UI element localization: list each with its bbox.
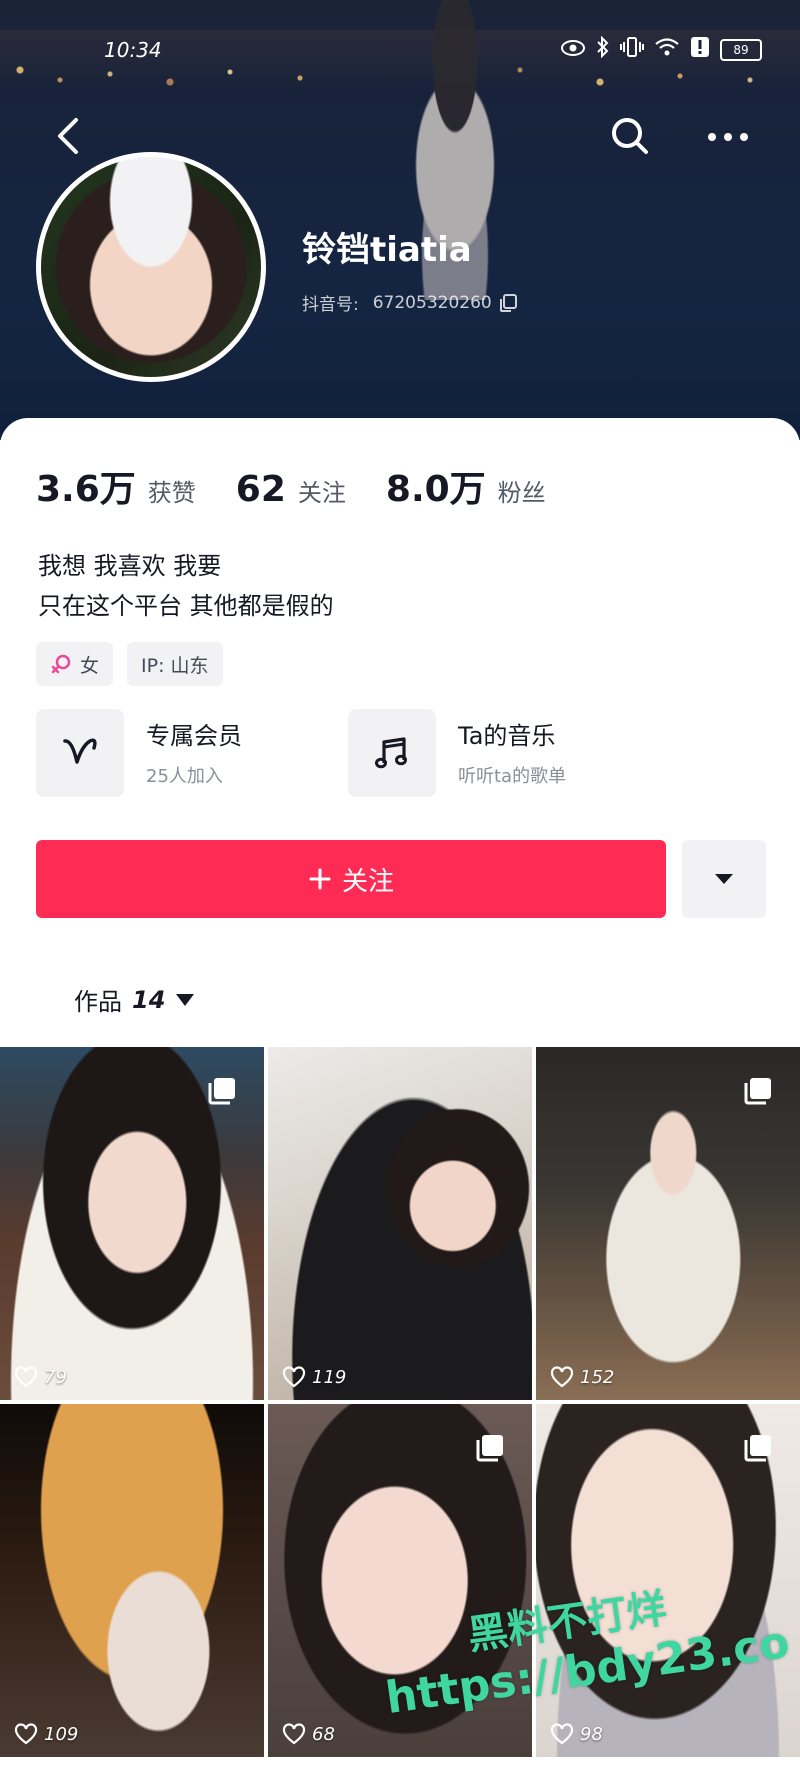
bluetooth-icon (596, 35, 610, 63)
profile-header: 10:34 89 铃铛tiatia 抖音号: 67205320260 (0, 0, 800, 440)
heart-outline-icon (550, 1723, 574, 1745)
like-count-value: 98 (580, 1723, 603, 1745)
work-tile[interactable]: 109 (0, 1404, 264, 1757)
heart-outline-icon (14, 1366, 38, 1388)
stat-followers-label: 粉丝 (497, 479, 546, 507)
bio: 我想 我喜欢 我要 只在这个平台 其他都是假的 (38, 546, 334, 626)
eye-icon (560, 38, 586, 62)
back-button[interactable] (50, 112, 90, 160)
ip-label: IP: 山东 (141, 654, 209, 677)
like-count: 109 (14, 1723, 78, 1745)
v-logo-icon (63, 738, 97, 764)
follow-button[interactable]: 关注 (36, 840, 666, 918)
feature-entries: 专属会员 25人加入 Ta的音乐 听听ta的歌单 (36, 708, 766, 798)
member-title: 专属会员 (146, 722, 242, 750)
like-count-value: 79 (44, 1366, 67, 1388)
battery-icon: 89 (720, 38, 762, 61)
work-tile[interactable]: 119 (268, 1047, 532, 1400)
triangle-down-icon (176, 993, 195, 1006)
member-subtitle: 25人加入 (146, 766, 223, 787)
vibrate-icon (620, 36, 644, 63)
tab-works[interactable]: 作品 14 (74, 982, 195, 1017)
like-count: 68 (282, 1723, 335, 1745)
plus-icon (309, 868, 331, 890)
douyin-id-row[interactable]: 抖音号: 67205320260 (302, 290, 518, 315)
status-icons: 89 (560, 35, 762, 63)
member-icon-box (36, 709, 124, 797)
music-note-icon (375, 737, 407, 769)
work-tile[interactable]: 79 (0, 1047, 264, 1400)
multi-image-icon (208, 1078, 235, 1105)
ip-tag: IP: 山东 (127, 642, 223, 686)
stat-likes[interactable]: 3.6万 获赞 (36, 460, 196, 512)
avatar[interactable] (36, 152, 266, 382)
stat-followers[interactable]: 8.0万 粉丝 (386, 460, 546, 512)
alert-icon (690, 36, 710, 63)
stat-likes-label: 获赞 (147, 479, 196, 507)
wifi-icon (654, 37, 680, 62)
ta-music-entry[interactable]: Ta的音乐 听听ta的歌单 (348, 708, 748, 798)
heart-outline-icon (282, 1723, 306, 1745)
stat-likes-value: 3.6万 (36, 469, 136, 510)
gender-tag: 女 (36, 642, 114, 686)
stat-followers-value: 8.0万 (385, 469, 486, 510)
like-count-value: 152 (580, 1366, 615, 1388)
like-count: 98 (550, 1723, 603, 1745)
copy-icon[interactable] (498, 293, 518, 313)
status-bar: 10:34 89 (0, 30, 800, 70)
multi-image-icon (744, 1078, 771, 1105)
heart-outline-icon (282, 1366, 306, 1388)
triangle-down-icon (715, 874, 733, 884)
more-button[interactable] (700, 112, 756, 160)
heart-outline-icon (550, 1366, 574, 1388)
works-label: 作品 (74, 988, 122, 1016)
multi-image-icon (476, 1435, 503, 1462)
bio-line-1: 我想 我喜欢 我要 (38, 552, 222, 580)
like-count-value: 68 (312, 1723, 335, 1745)
search-icon (612, 118, 648, 154)
douyin-id-value: 67205320260 (372, 292, 492, 313)
recommend-dropdown-button[interactable] (682, 840, 766, 918)
more-dots-icon (708, 133, 748, 141)
music-subtitle: 听听ta的歌单 (458, 766, 567, 787)
battery-level: 89 (733, 42, 749, 57)
douyin-id-label: 抖音号: (302, 295, 359, 315)
music-text: Ta的音乐 听听ta的歌单 (458, 718, 566, 788)
stat-following-label: 关注 (297, 479, 346, 507)
female-icon (51, 654, 71, 674)
like-count: 79 (14, 1366, 67, 1388)
profile-tags: 女 IP: 山东 (36, 642, 223, 686)
music-icon-box (348, 709, 436, 797)
status-time: 10:34 (104, 38, 162, 62)
follow-label: 关注 (341, 866, 394, 897)
member-text: 专属会员 25人加入 (146, 718, 242, 788)
work-tile[interactable]: 152 (536, 1047, 800, 1400)
exclusive-member-entry[interactable]: 专属会员 25人加入 (36, 708, 346, 798)
bio-line-2: 只在这个平台 其他都是假的 (38, 592, 334, 620)
like-count-value: 109 (44, 1723, 79, 1745)
like-count: 152 (550, 1366, 614, 1388)
gender-label: 女 (80, 654, 100, 677)
chevron-left-icon (58, 118, 78, 154)
music-title: Ta的音乐 (458, 722, 556, 750)
stat-following-value: 62 (235, 469, 286, 510)
like-count-value: 119 (312, 1366, 347, 1388)
stat-following[interactable]: 62 关注 (236, 469, 346, 510)
stats-row: 3.6万 获赞 62 关注 8.0万 粉丝 (36, 460, 546, 512)
like-count: 119 (282, 1366, 346, 1388)
works-count: 14 (132, 985, 166, 1014)
search-button[interactable] (608, 112, 652, 160)
heart-outline-icon (14, 1723, 38, 1745)
nickname: 铃铛tiatia (302, 230, 472, 270)
multi-image-icon (744, 1435, 771, 1462)
